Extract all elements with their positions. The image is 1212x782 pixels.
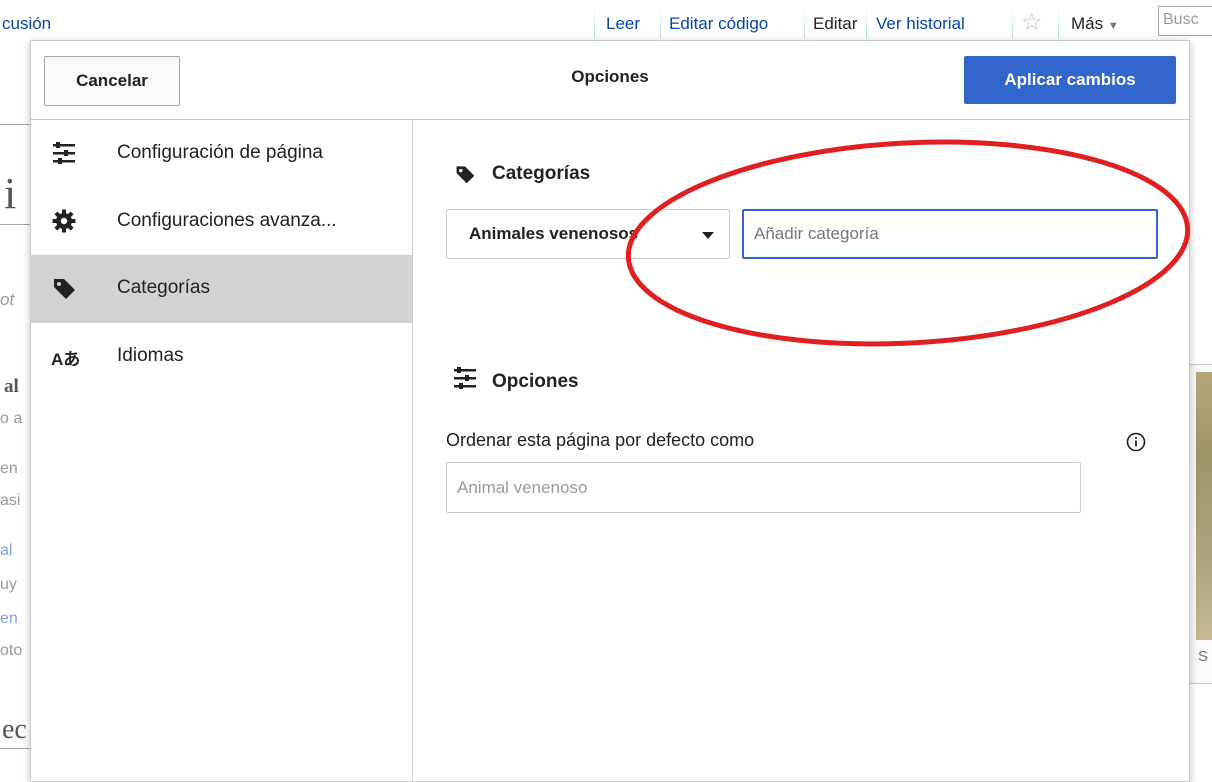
dialog-header: Cancelar Opciones Aplicar cambios: [31, 41, 1189, 120]
sort-key-input[interactable]: [446, 462, 1081, 513]
apply-changes-button[interactable]: Aplicar cambios: [964, 56, 1176, 104]
tab-edit[interactable]: Editar: [813, 14, 857, 34]
text-fragment: oto: [0, 642, 23, 659]
dialog-sidebar: Configuración de página Configuraciones …: [31, 120, 413, 781]
link-fragment[interactable]: al: [0, 542, 12, 560]
tag-icon: [54, 279, 75, 299]
tab-read[interactable]: Leer: [606, 14, 640, 34]
page-title-fragment: i: [4, 169, 17, 218]
gear-icon: [52, 209, 76, 233]
text-fragment: en: [0, 460, 18, 477]
background-tab-bar: cusión Leer Editar código Editar Ver his…: [0, 0, 1212, 40]
info-icon[interactable]: [1125, 431, 1147, 453]
tab-separator: [1058, 8, 1059, 38]
thumbnail-caption: S: [1198, 648, 1209, 665]
thumbnail-image[interactable]: [1196, 372, 1212, 640]
sidebar-item-categories[interactable]: Categorías: [31, 255, 412, 323]
tab-more-label: Más: [1071, 14, 1104, 33]
section-heading-fragment: ec: [2, 714, 27, 745]
language-icon: Aあ: [51, 350, 81, 369]
tab-separator: [660, 8, 661, 38]
tab-view-history[interactable]: Ver historial: [876, 14, 965, 34]
page-settings-icon: [53, 142, 75, 164]
text-fragment: ot: [0, 290, 15, 309]
sidebar-item-languages[interactable]: Aあ Idiomas: [31, 323, 412, 391]
dialog-content: Categorías Animales venenosos Opciones O…: [413, 120, 1189, 781]
categories-section-title: Categorías: [492, 163, 591, 184]
sidebar-item-label: Configuración de página: [117, 142, 323, 163]
sort-key-label: Ordenar esta página por defecto como: [446, 430, 755, 450]
text-fragment: asi: [0, 492, 21, 509]
watch-star-icon[interactable]: ☆: [1021, 8, 1043, 37]
text-fragment: uy: [0, 576, 17, 593]
tab-edit-source[interactable]: Editar código: [669, 14, 768, 34]
options-dialog: Cancelar Opciones Aplicar cambios Config…: [30, 40, 1190, 782]
sidebar-item-label: Idiomas: [117, 345, 184, 366]
sidebar-item-label: Categorías: [117, 277, 210, 298]
tab-separator: [594, 8, 595, 38]
options-icon: [454, 367, 476, 389]
tag-icon: [456, 166, 475, 184]
text-fragment: al: [4, 376, 19, 397]
text-fragment: o a: [0, 410, 23, 427]
tab-more[interactable]: Más ▼: [1071, 14, 1119, 34]
chevron-down-icon: [702, 232, 714, 239]
add-category-input[interactable]: [742, 209, 1158, 259]
tab-separator: [804, 8, 805, 38]
sidebar-item-advanced-settings[interactable]: Configuraciones avanza...: [31, 188, 412, 256]
tab-discussion[interactable]: cusión: [2, 14, 51, 34]
link-fragment[interactable]: en: [0, 610, 18, 628]
category-chip-label: Animales venenosos: [469, 224, 639, 243]
category-chip[interactable]: Animales venenosos: [446, 209, 730, 259]
options-section-title: Opciones: [492, 371, 579, 392]
tab-separator: [866, 8, 867, 38]
sidebar-item-label: Configuraciones avanza...: [117, 210, 337, 231]
chevron-down-icon: ▼: [1107, 20, 1119, 32]
search-input[interactable]: Busc: [1158, 6, 1212, 36]
tab-separator: [1012, 8, 1013, 38]
sidebar-item-page-settings[interactable]: Configuración de página: [31, 120, 412, 188]
